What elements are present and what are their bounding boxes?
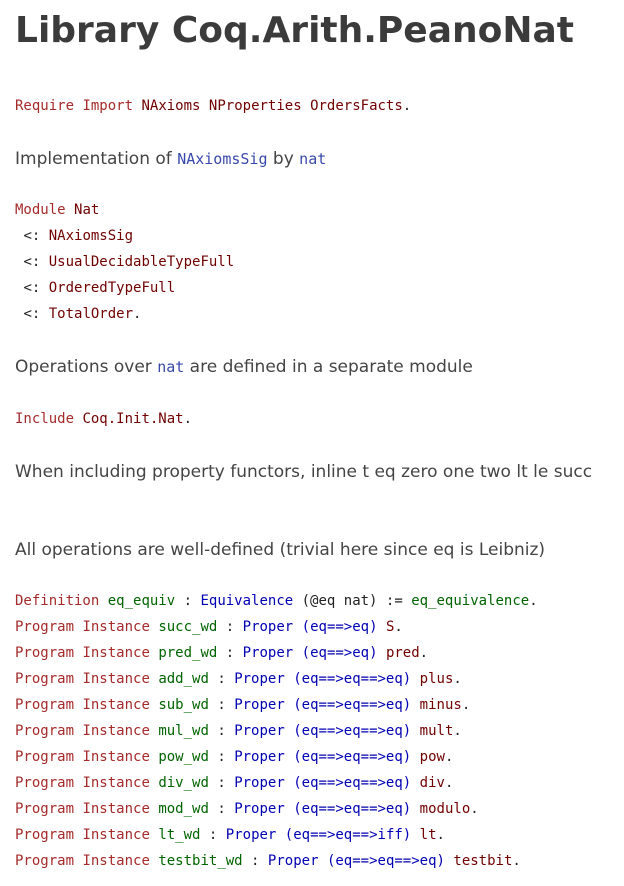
subtype-link-totalorder[interactable]: TotalOrder xyxy=(49,306,133,322)
instance-line: Program Instance pow_wd : Proper (eq==>e… xyxy=(15,749,454,765)
operations-text: Operations over nat are defined in a sep… xyxy=(15,357,473,377)
module-name: Nat xyxy=(74,202,100,218)
instance-signature: (eq==>eq) xyxy=(301,645,378,661)
type-link-proper[interactable]: Proper xyxy=(243,645,294,661)
definition-args: (@eq nat) xyxy=(301,593,378,609)
function-link[interactable]: pred xyxy=(386,645,420,661)
instance-signature: (eq==>eq==>eq) xyxy=(326,853,445,869)
include-keyword: Include xyxy=(15,411,75,427)
function-link[interactable]: minus xyxy=(420,697,462,713)
instance-name[interactable]: mod_wd xyxy=(158,801,209,817)
implementation-text: Implementation of NAxiomsSig by nat xyxy=(15,149,327,169)
instance-signature: (eq==>eq==>eq) xyxy=(293,671,412,687)
subtype-link-usualdecidabletypefull[interactable]: UsualDecidableTypeFull xyxy=(49,254,234,270)
instance-name[interactable]: lt_wd xyxy=(158,827,200,843)
require-import-line: Require Import NAxioms NProperties Order… xyxy=(15,97,411,115)
function-link[interactable]: pow xyxy=(420,749,445,765)
function-link[interactable]: mult xyxy=(420,723,454,739)
instance-line: Program Instance add_wd : Proper (eq==>e… xyxy=(15,671,462,687)
definition-keyword: Definition xyxy=(15,593,100,609)
module-link-nproperties[interactable]: NProperties xyxy=(209,98,302,114)
nat-link[interactable]: nat xyxy=(299,150,326,168)
instance-signature: (eq==>eq==>eq) xyxy=(293,801,412,817)
instance-name[interactable]: pred_wd xyxy=(158,645,217,661)
instance-line: Program Instance lt_wd : Proper (eq==>eq… xyxy=(15,827,445,843)
type-link-proper[interactable]: Proper xyxy=(234,801,285,817)
instance-name[interactable]: add_wd xyxy=(158,671,209,687)
function-link[interactable]: plus xyxy=(420,671,454,687)
instance-line: Program Instance pred_wd : Proper (eq==>… xyxy=(15,645,429,661)
instance-line: Program Instance mul_wd : Proper (eq==>e… xyxy=(15,723,462,739)
instance-line: Program Instance div_wd : Proper (eq==>e… xyxy=(15,775,454,791)
instance-signature: (eq==>eq==>eq) xyxy=(293,775,412,791)
instance-line: Program Instance mod_wd : Proper (eq==>e… xyxy=(15,801,479,817)
page-title: Library Coq.Arith.PeanoNat xyxy=(15,10,575,51)
function-link[interactable]: modulo xyxy=(420,801,471,817)
function-link[interactable]: testbit xyxy=(453,853,512,869)
function-link[interactable]: div xyxy=(420,775,445,791)
well-defined-text: All operations are well-defined (trivial… xyxy=(15,540,546,560)
subtype-line: <: UsualDecidableTypeFull xyxy=(23,254,235,270)
subtype-link-orderedtypefull[interactable]: OrderedTypeFull xyxy=(49,280,175,296)
subtype-link-naxiomssig[interactable]: NAxiomsSig xyxy=(49,228,133,244)
instance-signature: (eq==>eq==>eq) xyxy=(293,723,412,739)
module-declaration-line: Module Nat xyxy=(15,201,99,219)
instance-name[interactable]: mul_wd xyxy=(158,723,209,739)
instance-name[interactable]: succ_wd xyxy=(158,619,217,635)
inline-note-text: When including property functors, inline… xyxy=(15,462,593,482)
type-link-proper[interactable]: Proper xyxy=(234,749,285,765)
value-link-eq-equivalence[interactable]: eq_equivalence xyxy=(411,593,529,609)
instance-signature: (eq==>eq==>eq) xyxy=(293,749,412,765)
instance-line: Program Instance succ_wd : Proper (eq==>… xyxy=(15,619,403,635)
instance-line: Program Instance sub_wd : Proper (eq==>e… xyxy=(15,697,471,713)
definition-name[interactable]: eq_equiv xyxy=(108,593,175,609)
instance-name[interactable]: div_wd xyxy=(158,775,209,791)
require-keyword: Require xyxy=(15,98,75,114)
module-keyword: Module xyxy=(15,202,66,218)
nat-link[interactable]: nat xyxy=(157,358,184,376)
instance-signature: (eq==>eq==>iff) xyxy=(284,827,412,843)
module-link-naxioms[interactable]: NAxioms xyxy=(141,98,200,114)
module-link-ordersfacts[interactable]: OrdersFacts xyxy=(310,98,403,114)
type-link-proper[interactable]: Proper xyxy=(243,619,294,635)
type-link-proper[interactable]: Proper xyxy=(234,671,285,687)
subtype-line: <: NAxiomsSig xyxy=(23,228,134,244)
subtype-line: <: OrderedTypeFull xyxy=(23,280,176,296)
instance-name[interactable]: testbit_wd xyxy=(158,853,242,869)
instance-signature: (eq==>eq==>eq) xyxy=(293,697,412,713)
naxiomssig-link[interactable]: NAxiomsSig xyxy=(177,150,267,168)
definition-line: Definition eq_equiv : Equivalence (@eq n… xyxy=(15,593,538,609)
instance-signature: (eq==>eq) xyxy=(301,619,378,635)
instance-line: Program Instance testbit_wd : Proper (eq… xyxy=(15,853,521,869)
function-link[interactable]: lt xyxy=(420,827,437,843)
type-link-equivalence[interactable]: Equivalence xyxy=(200,593,293,609)
function-link[interactable]: S xyxy=(386,619,394,635)
type-link-proper[interactable]: Proper xyxy=(226,827,277,843)
import-keyword: Import xyxy=(82,98,134,114)
include-line: Include Coq.Init.Nat. xyxy=(15,411,193,427)
type-link-proper[interactable]: Proper xyxy=(268,853,319,869)
subtype-line: <: TotalOrder. xyxy=(23,306,142,322)
type-link-proper[interactable]: Proper xyxy=(234,775,285,791)
type-link-proper[interactable]: Proper xyxy=(234,723,285,739)
module-link-coq-init-nat[interactable]: Coq.Init.Nat xyxy=(82,411,183,427)
period: . xyxy=(402,98,412,114)
instance-name[interactable]: pow_wd xyxy=(158,749,209,765)
instance-name[interactable]: sub_wd xyxy=(158,697,209,713)
type-link-proper[interactable]: Proper xyxy=(234,697,285,713)
